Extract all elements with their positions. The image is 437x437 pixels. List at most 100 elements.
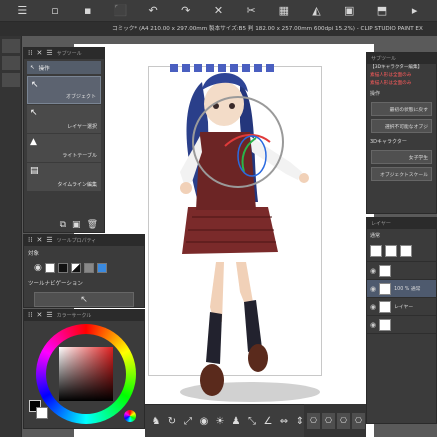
subtool-item-timeline[interactable]: ▤ タイムライン編集 [27, 163, 101, 191]
redo-icon[interactable]: ↷ [179, 4, 193, 18]
fill-icon[interactable]: ◭ [310, 4, 324, 18]
scale-icon[interactable]: ⤡ [245, 413, 259, 429]
more-icon[interactable]: ▸ [408, 4, 422, 18]
object-panel-header: サブツール [367, 53, 436, 64]
subtool-item-light-table[interactable]: ▲ ライトテーブル [27, 134, 101, 162]
paste-icon[interactable]: ▦ [277, 4, 291, 18]
eye-icon[interactable]: ◉ [370, 285, 376, 293]
layer-panel-title: レイヤー [371, 221, 391, 227]
target-black-swatch[interactable] [57, 263, 68, 273]
new-vector-layer-icon[interactable] [385, 245, 397, 257]
new-folder-icon[interactable] [400, 245, 412, 257]
tool-slot[interactable] [2, 39, 20, 53]
menu-icon[interactable]: ☰ [15, 4, 29, 18]
saturation-value-square[interactable] [59, 347, 113, 401]
target-gray-swatch[interactable] [83, 263, 94, 273]
layer-panel: レイヤー 通常 ◉ ◉ 100 % 通常 ◉ レイヤー ◉ [366, 217, 437, 424]
erase-icon[interactable]: ✕ [211, 4, 225, 18]
move-icon[interactable]: ⤢ [181, 413, 195, 429]
layer-thumbnail [379, 264, 392, 277]
layer-toolbar [367, 242, 436, 262]
close-icon[interactable]: ✕ [36, 50, 42, 57]
timeline-edit-icon: ▤ [30, 166, 39, 176]
light-icon[interactable]: ☀ [213, 413, 227, 429]
unselectable-object-button[interactable]: 選択不可能なオブジ [371, 119, 432, 133]
pan-icon[interactable]: ⇔ [277, 413, 291, 429]
3d-character-select[interactable]: 女子学生 [371, 150, 432, 164]
color-circle-header: ⁞⁞ ✕ ☰ カラーサークル [24, 310, 144, 321]
reset-initial-state-button[interactable]: 最初の状態に戻す [371, 102, 432, 116]
object-panel-heading: 【3Dキャラクター編集】 [370, 65, 423, 70]
subtool-item-label: タイムライン編集 [57, 182, 97, 188]
close-icon[interactable]: ✕ [36, 312, 42, 319]
subtool-item-layer-select[interactable]: ↖ レイヤー選択 [27, 105, 101, 133]
target-row: 対象 [24, 246, 144, 260]
target-label: 対象 [28, 251, 40, 257]
cut-icon[interactable]: ✂ [244, 4, 258, 18]
target-raster-icon[interactable]: ◉ [34, 263, 42, 273]
blend-mode-select[interactable]: 通常 [367, 229, 436, 242]
layer-select-icon: ↖ [30, 108, 38, 118]
camera-icon[interactable]: ◉ [197, 413, 211, 429]
layer-thumbnail [379, 300, 392, 313]
target-options: ◉ [24, 260, 144, 276]
rotate-icon[interactable]: ↻ [165, 413, 179, 429]
tool-slot[interactable] [2, 56, 20, 70]
subtool-item-label: ライトテーブル [62, 153, 97, 159]
new-file-icon[interactable]: ▫ [48, 4, 62, 18]
delete-subtool-icon[interactable]: 🗑 [87, 220, 98, 230]
close-icon[interactable]: ✕ [36, 237, 42, 244]
eye-icon[interactable]: ◉ [370, 303, 376, 311]
camera-preset-icon[interactable]: ⎔ [352, 412, 365, 429]
eye-icon[interactable]: ◉ [370, 267, 376, 275]
grip-icon[interactable]: ⁞⁞ [28, 237, 32, 244]
target-half-swatch[interactable] [70, 263, 81, 273]
3d-character[interactable] [140, 62, 340, 407]
target-blue-swatch[interactable] [96, 263, 107, 273]
layer-row[interactable]: ◉ 100 % 通常 [367, 280, 436, 298]
camera-preset-icon[interactable]: ⎔ [322, 412, 335, 429]
angle-icon[interactable]: ∠ [261, 413, 275, 429]
grip-icon[interactable]: ⁞⁞ [28, 50, 32, 57]
select-icon[interactable]: ▣ [342, 4, 356, 18]
camera-preset-icon[interactable]: ⎔ [307, 412, 320, 429]
eye-icon[interactable]: ◉ [370, 321, 376, 329]
light-table-icon: ▲ [30, 137, 37, 147]
color-circle-title: カラーサークル [56, 313, 92, 319]
layer-thumbnail [379, 282, 392, 295]
pose-icon[interactable]: ♟ [229, 413, 243, 429]
subtool-group-tab[interactable]: ↖ 操作 [27, 61, 101, 74]
sub-color-swatch[interactable] [36, 407, 48, 419]
new-subtool-icon[interactable]: ▣ [72, 220, 81, 230]
copy-subtool-icon[interactable]: ⧉ [60, 220, 66, 230]
object-panel-title: サブツール [371, 56, 397, 62]
target-white-swatch[interactable] [44, 263, 55, 273]
layer-label: 100 % 通常 [394, 287, 421, 292]
new-layer-icon[interactable] [370, 245, 382, 257]
cursor-icon: ↖ [80, 294, 88, 305]
grip-icon[interactable]: ⁞⁞ [28, 312, 32, 319]
tool-property-header: ⁞⁞ ✕ ☰ ツールプロパティ [24, 235, 144, 246]
menu-icon[interactable]: ☰ [46, 50, 52, 57]
subtool-group-label: 操作 [38, 65, 50, 72]
save-icon[interactable]: ⬛ [113, 4, 128, 18]
layer-row[interactable]: ◉ [367, 316, 436, 334]
cursor-icon: ↖ [30, 64, 35, 71]
menu-icon[interactable]: ☰ [46, 312, 52, 319]
left-tool-strip [0, 36, 22, 437]
tool-slot[interactable] [2, 73, 20, 87]
open-folder-icon[interactable]: ▪ [81, 4, 95, 18]
3d-character-label: 3Dキャラクター [370, 139, 407, 145]
undo-icon[interactable]: ↶ [146, 4, 160, 18]
menu-icon[interactable]: ☰ [46, 237, 52, 244]
camera-preset-icon[interactable]: ⎔ [337, 412, 350, 429]
transform-icon[interactable]: ⬒ [375, 4, 389, 18]
figure-icon[interactable]: ♞ [149, 413, 163, 429]
layer-row[interactable]: ◉ レイヤー [367, 298, 436, 316]
subtool-item-object[interactable]: ↖ オブジェクト [27, 76, 101, 104]
tool-navigation-button[interactable]: ↖ [34, 292, 134, 307]
color-mode-icon[interactable] [124, 410, 136, 422]
object-scale-field[interactable]: オブジェクトスケール [371, 167, 432, 181]
layer-row[interactable]: ◉ [367, 262, 436, 280]
operation-section-label: 操作 [370, 91, 381, 97]
